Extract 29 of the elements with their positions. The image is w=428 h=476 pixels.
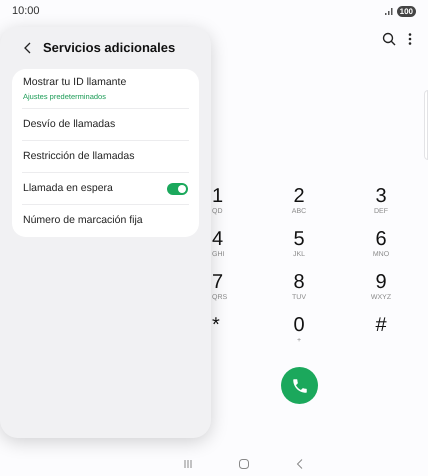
key-digit[interactable]: 4 — [212, 228, 224, 250]
battery-level: 100 — [396, 6, 416, 16]
phone-icon — [290, 376, 308, 394]
key-digit[interactable]: * — [212, 314, 220, 336]
back-icon[interactable] — [24, 42, 31, 54]
clock: 10:00 — [12, 4, 40, 19]
key-digit[interactable]: 6 — [375, 228, 387, 250]
setting-label[interactable]: Mostrar tu ID llamante — [23, 75, 126, 91]
setting-label[interactable]: Llamada en espera — [23, 180, 113, 196]
home-icon[interactable] — [238, 458, 250, 470]
more-options-icon[interactable] — [408, 32, 412, 46]
call-button[interactable] — [281, 367, 318, 404]
signal-icon — [384, 8, 393, 14]
setting-label[interactable]: Número de marcación fija — [23, 213, 143, 229]
key-digit[interactable]: 9 — [375, 271, 387, 293]
key-digit[interactable]: # — [375, 314, 387, 336]
key-digit[interactable]: 8 — [293, 271, 305, 293]
toggle-switch[interactable] — [167, 182, 188, 194]
key-digit[interactable]: 5 — [293, 228, 305, 250]
key-digit[interactable]: 7 — [212, 271, 224, 293]
key-digit[interactable]: 3 — [375, 185, 387, 207]
recent-apps-icon[interactable] — [182, 458, 194, 470]
setting-label[interactable]: Restricción de llamadas — [23, 148, 134, 164]
key-digit[interactable]: 1 — [212, 185, 224, 207]
setting-label[interactable]: Desvío de llamadas — [23, 116, 116, 132]
search-icon[interactable] — [382, 32, 396, 46]
key-digit[interactable]: 0 — [293, 314, 305, 336]
panel-title: Servicios adicionales — [43, 39, 176, 58]
key-digit[interactable]: 2 — [293, 185, 305, 207]
